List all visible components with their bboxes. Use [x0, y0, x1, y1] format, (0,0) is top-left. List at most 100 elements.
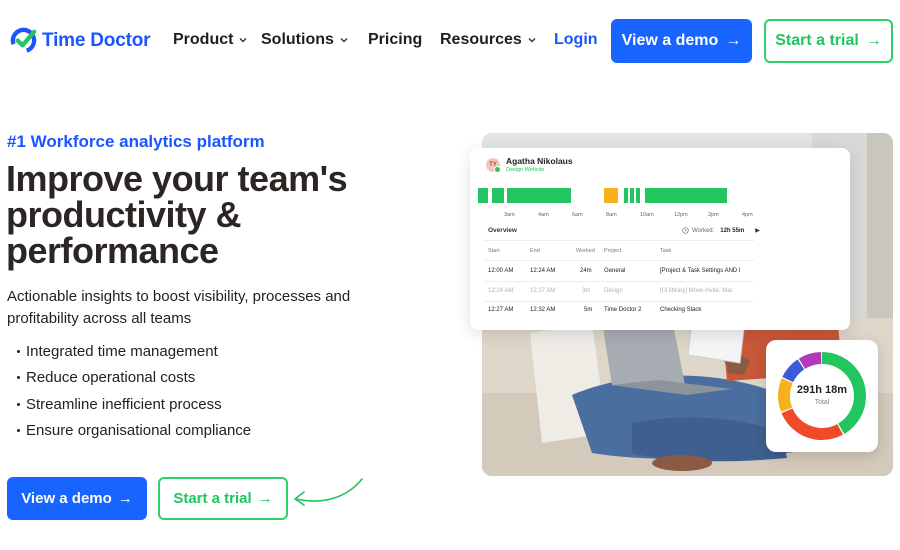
view-demo-button-header[interactable]: View a demo → [611, 19, 752, 63]
hero-subtitle: Actionable insights to boost visibility,… [7, 288, 351, 327]
feature-label: Reduce operational costs [26, 369, 196, 387]
hour-label: 10am [640, 212, 654, 218]
cell-end: 12:27 AM [530, 288, 556, 294]
login-link[interactable]: Login [554, 31, 598, 49]
timeline-segment [630, 188, 634, 203]
button-label: View a demo [621, 32, 719, 49]
nav-item-label: Resources [440, 31, 522, 48]
view-demo-button[interactable]: View a demo → [7, 477, 147, 520]
timeline-segment [492, 188, 504, 203]
cell-worked: 3m [582, 288, 591, 294]
cell-project: General [604, 268, 626, 274]
user-name: Agatha Nikolaus [506, 156, 573, 166]
worked-value: 12h 55m [720, 227, 745, 234]
nav-item-resources[interactable]: Resources [440, 31, 537, 49]
donut-total-value: 291h 18m [796, 384, 848, 396]
chevron-down-icon [239, 38, 247, 43]
cell-task: Checking Slack [660, 307, 702, 313]
feature-item: Ensure organisational compliance [17, 418, 251, 445]
top-navigation: Time Doctor Product Solutions Pricing Re… [0, 0, 900, 80]
total-time-donut-card: 291h 18m Total [766, 340, 878, 452]
headline-line: Improve your team's [6, 158, 348, 199]
divider [484, 240, 754, 241]
arrow-right-icon: → [865, 32, 882, 49]
headline-line: performance [6, 230, 219, 271]
divider [484, 281, 754, 282]
bullet-dot-icon [17, 429, 20, 433]
user-info: Agatha Nikolaus Design Website [506, 156, 573, 173]
column-header: Project [604, 248, 622, 254]
cell-project: Time Doctor 2 [604, 307, 642, 313]
feature-label: Streamline inefficient process [26, 395, 222, 413]
start-trial-button-header[interactable]: Start a trial → [764, 19, 893, 63]
time-distribution-donut-chart [778, 352, 866, 440]
brand-logo[interactable]: Time Doctor [10, 27, 151, 54]
headline-line: productivity & [6, 194, 242, 235]
timeline-segment [624, 188, 628, 203]
time-doctor-logo-icon [10, 27, 37, 54]
cell-task: [Project & Task Settings AND I [660, 268, 741, 274]
timeline-hours: 3am 4am 6am 8am 10am 12pm 2pm 4pm [470, 212, 850, 222]
brand-name: Time Doctor [42, 29, 151, 51]
cell-end: 12:32 AM [530, 307, 556, 313]
bullet-dot-icon [17, 376, 20, 380]
column-header: End [530, 248, 540, 254]
hour-label: 2pm [708, 212, 719, 218]
donut-total-label: Total [814, 399, 830, 406]
cell-project: Design [604, 288, 623, 294]
feature-item: Streamline inefficient process [17, 391, 251, 418]
hour-label: 3am [504, 212, 515, 218]
arrow-right-icon: → [117, 490, 133, 507]
hero-headline: Improve your team's productivity & perfo… [6, 161, 426, 269]
divider [484, 301, 754, 302]
overview-tab[interactable]: Overview [488, 227, 517, 234]
hour-label: 4pm [742, 212, 753, 218]
cell-worked: 24m [580, 268, 592, 274]
cell-task: [Ui library] Move invite, Mar [660, 288, 733, 294]
hour-label: 4am [538, 212, 549, 218]
clock-icon [682, 227, 689, 234]
cell-start: 12:24 AM [488, 288, 514, 294]
card-user-header: TY Agatha Nikolaus Design Website [486, 156, 573, 173]
feature-list: Integrated time management Reduce operat… [17, 338, 251, 444]
nav-item-pricing[interactable]: Pricing [368, 31, 422, 49]
activity-timeline [478, 188, 848, 204]
worked-total: Worked: 12h 55m ▶ [682, 227, 760, 234]
nav-item-label: Pricing [368, 31, 423, 48]
timeline-segment [636, 188, 640, 203]
feature-label: Ensure organisational compliance [26, 422, 252, 440]
button-label: Start a trial [173, 490, 252, 507]
chevron-down-icon [528, 38, 536, 43]
nav-item-solutions[interactable]: Solutions [261, 31, 349, 49]
column-header: Start [488, 248, 500, 254]
timeline-segment [507, 188, 571, 203]
nav-item-label: Product [173, 31, 234, 48]
play-icon[interactable]: ▶ [755, 227, 760, 234]
cell-end: 12:24 AM [530, 268, 556, 274]
column-header: Worked [576, 248, 595, 254]
user-project: Design Website [506, 167, 545, 173]
hand-drawn-arrow-icon [294, 478, 363, 506]
timeline-segment [645, 188, 727, 203]
hero-eyebrow: #1 Workforce analytics platform [7, 132, 265, 151]
nav-item-product[interactable]: Product [173, 31, 248, 49]
cell-worked: 5m [584, 307, 593, 313]
button-label: Start a trial [775, 32, 859, 49]
bullet-dot-icon [17, 349, 20, 353]
chevron-down-icon [340, 38, 348, 43]
divider [484, 260, 754, 261]
arrow-right-icon: → [257, 490, 273, 507]
feature-item: Integrated time management [17, 338, 251, 365]
feature-item: Reduce operational costs [17, 365, 251, 392]
worked-label: Worked: [692, 227, 715, 234]
start-trial-button[interactable]: Start a trial → [158, 477, 288, 520]
nav-item-label: Solutions [261, 31, 334, 48]
hour-label: 8am [606, 212, 617, 218]
hour-label: 6am [572, 212, 583, 218]
time-tracking-card: TY Agatha Nikolaus Design Website 3am 4a… [470, 148, 850, 330]
button-label: View a demo [21, 490, 112, 507]
cell-start: 12:27 AM [488, 307, 514, 313]
bullet-dot-icon [17, 402, 20, 406]
timeline-segment [478, 188, 488, 203]
arrow-right-icon: → [725, 32, 742, 49]
